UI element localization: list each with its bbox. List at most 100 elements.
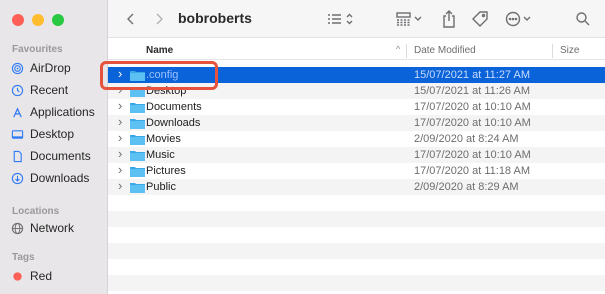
folder-icon bbox=[130, 151, 145, 161]
red-tag-dot-icon bbox=[10, 269, 24, 283]
file-name: Desktop bbox=[146, 85, 187, 97]
empty-row bbox=[108, 243, 605, 259]
applications-icon bbox=[10, 105, 24, 119]
table-row[interactable]: › Downloads 17/07/2020 at 10:10 AM bbox=[108, 114, 605, 131]
column-name[interactable]: Name bbox=[146, 45, 173, 56]
disclosure-chevron-icon[interactable]: › bbox=[118, 146, 128, 161]
file-list: › .config 15/07/2021 at 11:27 AM › Desktop 15… bbox=[108, 66, 605, 291]
sidebar-item-downloads[interactable]: Downloads bbox=[10, 168, 89, 188]
favourites-heading: Favourites bbox=[12, 44, 63, 55]
list-view-icon bbox=[328, 13, 353, 25]
sidebar: Favourites AirDrop Recent Applications D… bbox=[0, 0, 108, 294]
disclosure-chevron-icon[interactable]: › bbox=[118, 98, 128, 113]
file-date-modified: 2/09/2020 at 8:29 AM bbox=[414, 181, 519, 193]
disclosure-chevron-icon[interactable]: › bbox=[118, 162, 128, 177]
file-name: Downloads bbox=[146, 117, 201, 129]
more-icon bbox=[505, 11, 531, 27]
table-row[interactable]: › Documents 17/07/2020 at 10:10 AM bbox=[108, 98, 605, 115]
minimize-button[interactable] bbox=[32, 14, 44, 26]
file-name: Documents bbox=[146, 101, 202, 113]
sidebar-item-recent[interactable]: Recent bbox=[10, 80, 68, 100]
disclosure-chevron-icon[interactable]: › bbox=[118, 82, 128, 97]
network-icon bbox=[10, 221, 24, 235]
tags-heading: Tags bbox=[12, 252, 35, 263]
group-button[interactable] bbox=[394, 9, 428, 29]
chevron-left-icon bbox=[127, 13, 134, 25]
table-row[interactable]: › Pictures 17/07/2020 at 11:18 AM bbox=[108, 162, 605, 179]
file-name: .config bbox=[146, 69, 179, 81]
file-name: Public bbox=[146, 181, 176, 193]
folder-icon bbox=[130, 71, 145, 81]
search-icon bbox=[576, 12, 590, 26]
tag-icon bbox=[472, 11, 488, 27]
chevron-right-icon bbox=[156, 13, 163, 25]
sort-ascending-icon: ^ bbox=[396, 44, 401, 54]
disclosure-chevron-icon[interactable]: › bbox=[118, 114, 128, 129]
file-date-modified: 15/07/2021 at 11:26 AM bbox=[414, 85, 530, 97]
file-date-modified: 17/07/2020 at 10:10 AM bbox=[414, 149, 531, 161]
column-header: Name ^ Date Modified Size bbox=[108, 42, 605, 60]
table-row[interactable]: › Public 2/09/2020 at 8:29 AM bbox=[108, 178, 605, 195]
sidebar-item-label: Recent bbox=[30, 83, 69, 97]
empty-row bbox=[108, 195, 605, 211]
sidebar-item-label: Desktop bbox=[30, 127, 75, 141]
clock-icon bbox=[10, 83, 24, 97]
back-button[interactable] bbox=[122, 9, 140, 29]
file-date-modified: 17/07/2020 at 10:10 AM bbox=[414, 101, 531, 113]
view-options-button[interactable] bbox=[326, 9, 356, 29]
sidebar-item-label: AirDrop bbox=[30, 61, 71, 75]
disclosure-chevron-icon[interactable]: › bbox=[118, 130, 128, 145]
column-date-modified[interactable]: Date Modified bbox=[414, 45, 476, 56]
close-button[interactable] bbox=[12, 14, 24, 26]
desktop-icon bbox=[10, 127, 24, 141]
table-row[interactable]: › Desktop 15/07/2021 at 11:26 AM bbox=[108, 82, 605, 99]
folder-icon bbox=[130, 183, 145, 193]
file-date-modified: 2/09/2020 at 8:24 AM bbox=[414, 133, 519, 145]
folder-icon bbox=[130, 119, 145, 129]
sidebar-item-tag-red[interactable]: Red bbox=[10, 266, 52, 286]
folder-icon bbox=[130, 103, 145, 113]
file-date-modified: 17/07/2020 at 10:10 AM bbox=[414, 117, 531, 129]
sidebar-item-desktop[interactable]: Desktop bbox=[10, 124, 74, 144]
empty-row bbox=[108, 227, 605, 243]
file-date-modified: 17/07/2020 at 11:18 AM bbox=[414, 165, 530, 177]
sidebar-item-applications[interactable]: Applications bbox=[10, 102, 95, 122]
folder-icon bbox=[130, 87, 145, 97]
disclosure-chevron-icon[interactable]: › bbox=[118, 66, 128, 81]
column-divider[interactable] bbox=[406, 44, 407, 58]
share-icon bbox=[443, 10, 455, 28]
empty-row bbox=[108, 211, 605, 227]
folder-icon bbox=[130, 135, 145, 145]
sidebar-item-label: Documents bbox=[30, 149, 91, 163]
tags-button[interactable] bbox=[470, 9, 490, 29]
table-row[interactable]: › Music 17/07/2020 at 10:10 AM bbox=[108, 146, 605, 163]
share-button[interactable] bbox=[440, 9, 458, 29]
window-title: bobroberts bbox=[178, 10, 252, 26]
file-name: Movies bbox=[146, 133, 181, 145]
sidebar-item-airdrop[interactable]: AirDrop bbox=[10, 58, 71, 78]
disclosure-chevron-icon[interactable]: › bbox=[118, 178, 128, 193]
empty-row bbox=[108, 275, 605, 291]
sidebar-item-label: Red bbox=[30, 269, 53, 283]
zoom-button[interactable] bbox=[52, 14, 64, 26]
sidebar-item-documents[interactable]: Documents bbox=[10, 146, 91, 166]
download-icon bbox=[10, 171, 24, 185]
sidebar-item-label: Network bbox=[30, 221, 75, 235]
sidebar-item-network[interactable]: Network bbox=[10, 218, 74, 238]
window-controls bbox=[12, 14, 64, 26]
column-divider[interactable] bbox=[552, 44, 553, 58]
action-menu-button[interactable] bbox=[504, 9, 536, 29]
file-name: Music bbox=[146, 149, 175, 161]
locations-heading: Locations bbox=[12, 206, 60, 217]
table-row[interactable]: › .config 15/07/2021 at 11:27 AM bbox=[108, 66, 605, 83]
file-date-modified: 15/07/2021 at 11:27 AM bbox=[414, 69, 530, 81]
forward-button[interactable] bbox=[150, 9, 168, 29]
grid-icon bbox=[396, 12, 422, 26]
folder-icon bbox=[130, 167, 145, 177]
airdrop-icon bbox=[10, 61, 24, 75]
finder-window: Favourites AirDrop Recent Applications D… bbox=[0, 0, 605, 294]
file-name: Pictures bbox=[146, 165, 186, 177]
search-button[interactable] bbox=[574, 9, 592, 29]
column-size[interactable]: Size bbox=[560, 45, 579, 56]
table-row[interactable]: › Movies 2/09/2020 at 8:24 AM bbox=[108, 130, 605, 147]
